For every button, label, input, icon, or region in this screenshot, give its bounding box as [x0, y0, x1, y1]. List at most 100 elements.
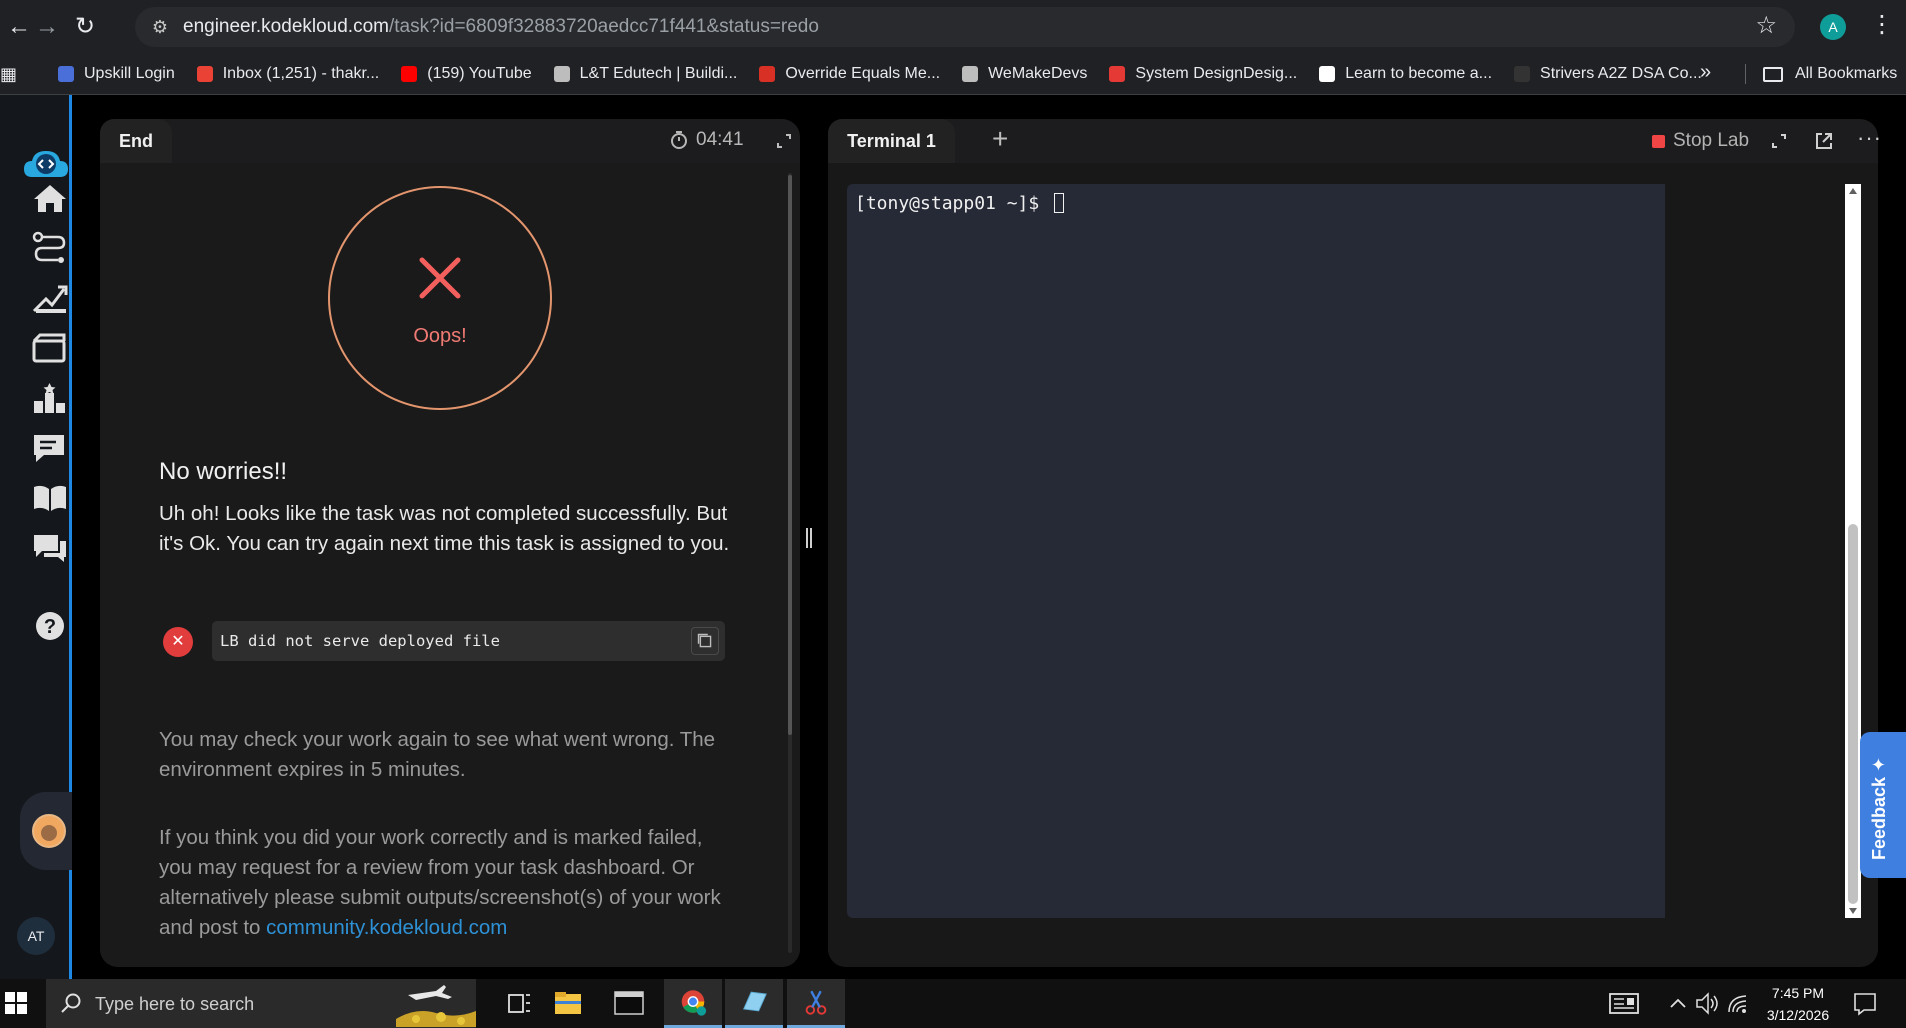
chevron-up-icon[interactable] — [1668, 979, 1688, 1028]
notes-app-icon[interactable] — [725, 979, 783, 1028]
search-icon — [61, 993, 81, 1013]
profile-avatar[interactable]: A — [1820, 14, 1846, 40]
expand-icon[interactable] — [1771, 133, 1787, 149]
bookmark-item[interactable]: System DesignDesig... — [1109, 65, 1297, 83]
leaderboard-icon[interactable] — [30, 381, 70, 415]
lab-icon[interactable] — [30, 331, 70, 365]
bookmark-favicon-icon — [401, 66, 418, 82]
bookmark-item[interactable]: (159) YouTube — [401, 65, 532, 83]
bookmark-favicon-icon — [58, 66, 74, 82]
site-info-icon[interactable]: ⚙ — [145, 17, 175, 38]
terminal-body: [tony@stapp01 ~]$ — [828, 163, 1878, 967]
docs-book-icon[interactable] — [30, 481, 70, 515]
user-initials-badge[interactable]: AT — [17, 917, 55, 955]
check-work-message: You may check your work again to see wha… — [159, 728, 716, 781]
kodekloud-app: ? AT End 04:41 Oops! No worries!! Uh oh!… — [0, 95, 1906, 979]
tab-terminal-1[interactable]: Terminal 1 — [828, 119, 955, 163]
volume-icon[interactable] — [1694, 979, 1720, 1028]
add-terminal-button[interactable]: + — [992, 123, 1008, 155]
progress-icon[interactable] — [30, 281, 70, 315]
bookmark-label: Upskill Login — [84, 65, 175, 82]
apps-grid-icon[interactable]: ▦ — [0, 64, 20, 84]
notifications-icon[interactable] — [1850, 979, 1880, 1028]
terminal-scrollbar-thumb[interactable] — [1848, 524, 1858, 904]
terminal-scrollbar[interactable] — [1845, 184, 1861, 918]
bookmark-item[interactable]: Inbox (1,251) - thakr... — [196, 65, 380, 83]
bookmark-item[interactable]: Strivers A2Z DSA Co... — [1514, 65, 1702, 83]
snipping-tool-icon[interactable] — [787, 979, 845, 1028]
bookmark-favicon-icon — [553, 66, 570, 82]
search-highlight-airplane-icon — [396, 985, 476, 1027]
tasks-icon[interactable] — [30, 431, 70, 465]
more-options-icon[interactable]: ··· — [1857, 125, 1882, 151]
feedback-tab[interactable]: Feedback ✦ — [1860, 732, 1906, 878]
error-x-icon: ✕ — [163, 627, 193, 657]
browser-menu-icon[interactable]: ⋮ — [1870, 10, 1894, 39]
clock-date: 3/12/2026 — [1766, 1007, 1830, 1023]
timer-value: 04:41 — [696, 129, 744, 150]
scroll-up-arrow-icon[interactable] — [1849, 188, 1857, 194]
stop-square-icon — [1652, 134, 1665, 148]
search-placeholder: Type here to search — [95, 994, 255, 1014]
terminal-screen[interactable]: [tony@stapp01 ~]$ — [847, 184, 1665, 918]
help-icon[interactable]: ? — [30, 609, 70, 643]
taskbar-clock[interactable]: 7:45 PM 3/12/2026 — [1758, 982, 1838, 1026]
bookmark-star-icon[interactable]: ☆ — [1755, 11, 1777, 40]
more-bookmarks-icon[interactable]: » — [1700, 61, 1711, 84]
oops-label: Oops! — [413, 325, 467, 347]
bookmark-item[interactable]: Override Equals Me... — [759, 65, 940, 83]
reload-icon[interactable]: ↻ — [68, 10, 102, 44]
bookmark-label: System DesignDesig... — [1135, 65, 1298, 82]
bookmark-favicon-icon — [962, 66, 979, 82]
kodekloud-logo-icon[interactable] — [22, 147, 70, 181]
terminal-app-icon[interactable] — [600, 979, 658, 1028]
learning-path-icon[interactable] — [30, 231, 70, 265]
wifi-icon[interactable] — [1726, 979, 1752, 1028]
bookmarks-separator — [1745, 64, 1746, 84]
result-heading: No worries!! — [159, 458, 288, 485]
news-widget-icon[interactable] — [1606, 979, 1642, 1028]
review-message: If you think you did your work correctly… — [159, 823, 739, 943]
stop-lab-button[interactable]: Stop Lab — [1652, 130, 1749, 152]
taskbar-search[interactable]: Type here to search — [46, 979, 476, 1028]
open-external-icon[interactable] — [1814, 131, 1834, 151]
folder-icon — [1763, 66, 1783, 82]
tab-end[interactable]: End — [100, 119, 172, 163]
bookmark-item[interactable]: L&T Edutech | Buildi... — [553, 65, 737, 83]
panel-resize-handle[interactable] — [806, 528, 814, 552]
community-link[interactable]: community.kodekloud.com — [266, 916, 507, 939]
feedback-label: Feedback ✦ — [1869, 756, 1889, 860]
all-bookmarks-button[interactable]: All Bookmarks — [1763, 54, 1897, 94]
scrollbar-thumb[interactable] — [788, 175, 792, 735]
bookmark-label: Inbox (1,251) - thakr... — [222, 65, 380, 82]
bookmark-label: Learn to become a... — [1345, 65, 1493, 82]
bookmark-label: Strivers A2Z DSA Co... — [1540, 65, 1702, 82]
address-bar[interactable]: ⚙ engineer.kodekloud.com/task?id=6809f32… — [135, 7, 1795, 47]
forward-arrow-icon[interactable]: → — [30, 10, 64, 44]
url-text[interactable]: engineer.kodekloud.com/task?id=6809f3288… — [183, 16, 819, 38]
chrome-icon[interactable] — [664, 979, 722, 1028]
copy-icon[interactable] — [691, 627, 719, 655]
bookmark-favicon-icon — [1514, 66, 1531, 82]
chat-icon[interactable] — [30, 531, 70, 565]
bookmark-item[interactable]: WeMakeDevs — [962, 65, 1087, 83]
result-message: Uh oh! Looks like the task was not compl… — [159, 502, 730, 555]
bookmark-favicon-icon — [1319, 66, 1336, 82]
profile-avatar-wrapper[interactable] — [20, 792, 72, 870]
bookmark-label: (159) YouTube — [427, 65, 532, 82]
file-explorer-icon[interactable] — [539, 979, 597, 1028]
user-avatar[interactable] — [32, 814, 66, 848]
prompt-text: [tony@stapp01 ~]$ — [855, 193, 1051, 214]
error-detail-box: LB did not serve deployed file — [212, 621, 725, 661]
home-icon[interactable] — [30, 181, 70, 215]
clock-time: 7:45 PM — [1771, 985, 1825, 1001]
bookmark-label: Override Equals Me... — [785, 65, 941, 82]
scroll-down-arrow-icon[interactable] — [1849, 908, 1857, 914]
bookmark-item[interactable]: Upskill Login — [58, 65, 175, 83]
stop-lab-label: Stop Lab — [1673, 130, 1750, 151]
windows-taskbar: Type here to search 7:45 PM 3/12/2026 — [0, 979, 1906, 1028]
bookmark-item[interactable]: Learn to become a... — [1319, 65, 1492, 83]
expand-icon[interactable] — [776, 133, 792, 149]
svg-text:?: ? — [44, 616, 56, 638]
windows-start-icon[interactable] — [4, 991, 28, 1015]
